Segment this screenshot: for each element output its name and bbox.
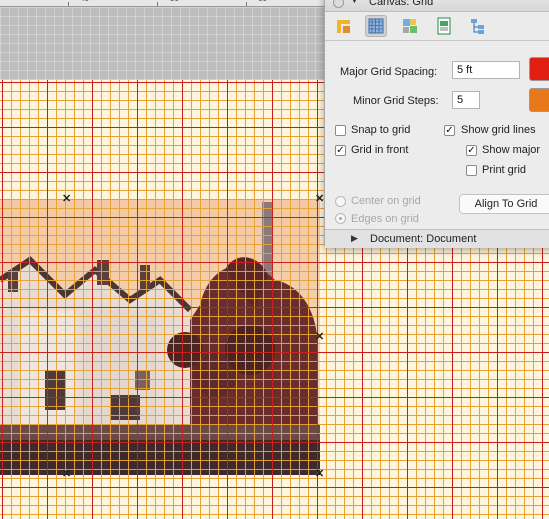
snap-to-grid-checkbox[interactable] xyxy=(335,125,346,136)
edges-on-grid-label: Edges on grid xyxy=(351,213,419,225)
ruler-label: 50 xyxy=(170,0,179,3)
document-section-title: Document: Document xyxy=(370,233,477,245)
selection-handle-top-right[interactable]: ✕ xyxy=(315,194,324,205)
major-grid-spacing-field[interactable]: 5 ft xyxy=(452,61,520,79)
edges-on-grid-radio[interactable] xyxy=(335,213,346,224)
ruler-label: 40 xyxy=(80,0,89,3)
document-section-header[interactable]: ▶ Document: Document xyxy=(325,229,549,248)
minor-grid-steps-field[interactable]: 5 xyxy=(452,91,480,109)
show-major-checkbox[interactable]: ✓ xyxy=(466,145,477,156)
major-grid-spacing-label: Major Grid Spacing: xyxy=(340,66,438,78)
minor-grid-steps-label: Minor Grid Steps: xyxy=(353,95,439,107)
document-tool-icon[interactable] xyxy=(433,15,455,37)
disclosure-down-icon[interactable]: ▼ xyxy=(350,0,359,5)
selection-handle-bottom[interactable]: ✕ xyxy=(62,469,71,480)
inspector-toolbar xyxy=(325,12,549,41)
ruler-tick xyxy=(157,2,158,6)
layers-tool-icon[interactable] xyxy=(467,15,489,37)
align-to-grid-button[interactable]: Align To Grid xyxy=(459,194,549,214)
close-icon[interactable] xyxy=(333,0,344,8)
placed-photo[interactable] xyxy=(0,200,320,475)
inspector-title: Canvas: Grid xyxy=(369,0,434,8)
show-grid-lines-checkbox[interactable]: ✓ xyxy=(444,125,455,136)
center-on-grid-radio[interactable] xyxy=(335,196,346,207)
print-grid-label: Print grid xyxy=(482,164,527,176)
disclosure-right-icon[interactable]: ▶ xyxy=(351,233,358,244)
show-grid-lines-label: Show grid lines xyxy=(461,124,536,136)
minor-grid-color-well[interactable] xyxy=(529,88,549,112)
show-major-label: Show major xyxy=(482,144,541,156)
print-grid-checkbox[interactable] xyxy=(466,165,477,176)
ruler-tick xyxy=(246,2,247,6)
grid-in-front-label: Grid in front xyxy=(351,144,409,156)
snap-to-grid-label: Snap to grid xyxy=(351,124,411,136)
inspector-titlebar[interactable]: ▼ Canvas: Grid xyxy=(325,0,549,12)
selection-handle-bottom-right[interactable]: ✕ xyxy=(315,469,324,480)
grid-overlay xyxy=(0,200,320,475)
center-on-grid-label: Center on grid xyxy=(351,195,421,207)
ruler-tool-icon[interactable] xyxy=(333,15,355,37)
grid-in-front-checkbox[interactable]: ✓ xyxy=(335,145,346,156)
ruler-label: 60 xyxy=(258,0,267,3)
ruler-tick xyxy=(68,2,69,6)
major-grid-color-well[interactable] xyxy=(529,57,549,81)
grid-tool-icon[interactable] xyxy=(365,15,387,37)
canvas-grid-inspector: ▼ Canvas: Grid Major Grid Spacing: 5 ft … xyxy=(324,0,549,248)
arrange-tool-icon[interactable] xyxy=(399,15,421,37)
selection-handle-top[interactable]: ✕ xyxy=(62,194,71,205)
selection-handle-right[interactable]: ✕ xyxy=(315,332,324,343)
